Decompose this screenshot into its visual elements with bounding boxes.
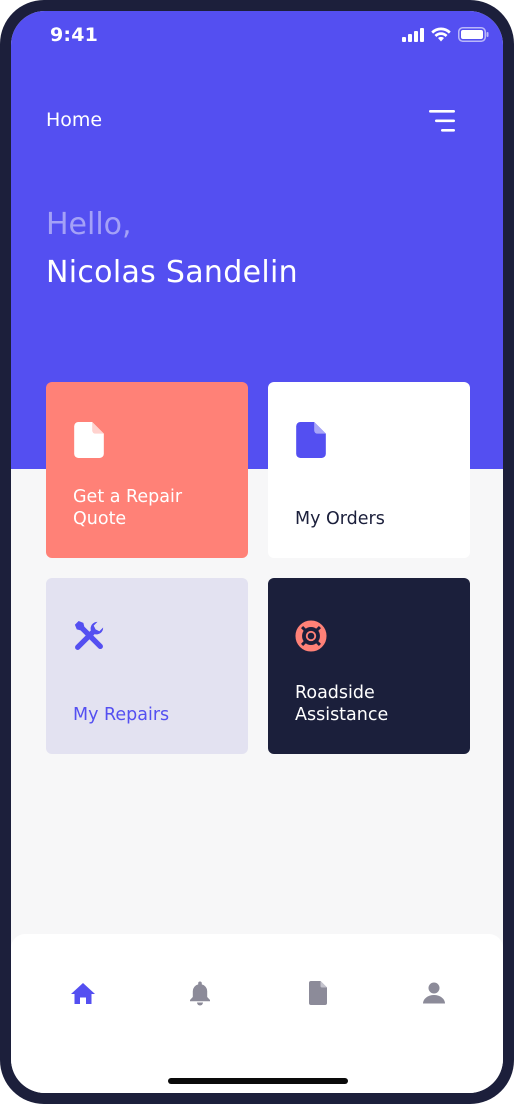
tile-label: Roadside Assistance bbox=[295, 683, 389, 725]
status-icons bbox=[402, 27, 489, 42]
phone-frame: 9:41 Home Hello, Nicolas Sandelin Get a … bbox=[0, 0, 514, 1104]
tab-documents[interactable] bbox=[303, 978, 333, 1008]
home-icon bbox=[71, 983, 95, 1004]
signal-icon bbox=[402, 27, 424, 42]
my-repairs-tile[interactable]: My Repairs bbox=[46, 578, 248, 754]
hamburger-menu-icon bbox=[429, 110, 455, 132]
user-icon bbox=[423, 982, 445, 1004]
tile-label: My Orders bbox=[295, 509, 385, 529]
my-orders-tile[interactable]: My Orders bbox=[268, 382, 470, 558]
greeting-salutation: Hello, bbox=[46, 207, 132, 242]
repair-quote-tile[interactable]: Get a Repair Quote bbox=[46, 382, 248, 558]
tab-profile[interactable] bbox=[419, 978, 449, 1008]
tab-notifications[interactable] bbox=[185, 978, 215, 1008]
tile-label: My Repairs bbox=[73, 705, 170, 725]
app-screen: 9:41 Home Hello, Nicolas Sandelin Get a … bbox=[11, 11, 503, 1093]
battery-icon bbox=[458, 27, 489, 42]
page-title: Home bbox=[46, 109, 103, 131]
status-time: 9:41 bbox=[50, 24, 99, 46]
document-icon bbox=[296, 422, 326, 458]
home-indicator bbox=[168, 1078, 348, 1084]
bottom-tab-bar bbox=[11, 934, 503, 1093]
lifebuoy-icon bbox=[295, 620, 327, 652]
document-icon bbox=[74, 422, 104, 458]
roadside-assistance-tile[interactable]: Roadside Assistance bbox=[268, 578, 470, 754]
wifi-icon bbox=[431, 27, 451, 42]
tab-home[interactable] bbox=[68, 978, 98, 1008]
tools-icon bbox=[74, 620, 104, 650]
user-name: Nicolas Sandelin bbox=[46, 255, 298, 290]
document-icon bbox=[309, 981, 327, 1005]
menu-button[interactable] bbox=[429, 108, 459, 134]
bell-icon bbox=[190, 981, 210, 1006]
tile-label: Get a Repair Quote bbox=[73, 487, 183, 529]
